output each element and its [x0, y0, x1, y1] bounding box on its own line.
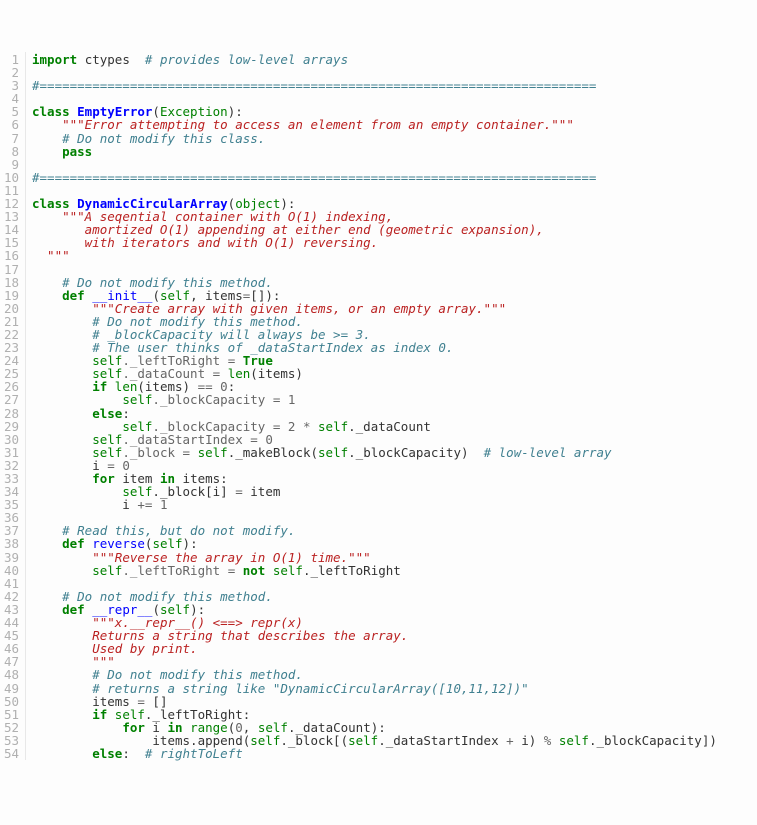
- line-number: 41: [2, 577, 19, 590]
- line-number: 7: [2, 132, 19, 145]
- line-number: 50: [2, 695, 19, 708]
- token-op: =: [273, 392, 288, 407]
- code-line[interactable]: with iterators and with O(1) reversing.: [32, 236, 757, 249]
- token-kw: else: [92, 746, 122, 761]
- token-kw: not: [243, 563, 273, 578]
- token-att: ._dataStartIndex: [378, 733, 506, 748]
- token-num: 1: [160, 497, 168, 512]
- line-number: 48: [2, 668, 19, 681]
- code-line[interactable]: #=======================================…: [32, 79, 757, 92]
- token-op: +: [506, 733, 521, 748]
- token-kw: import: [32, 52, 85, 67]
- line-number: 54: [2, 747, 19, 760]
- line-number: 9: [2, 158, 19, 171]
- token-op: *: [295, 419, 318, 434]
- code-line[interactable]: self._leftToRight = not self._leftToRigh…: [32, 564, 757, 577]
- token-op: ._leftToRight: [122, 563, 227, 578]
- line-number: 38: [2, 537, 19, 550]
- line-number: 49: [2, 682, 19, 695]
- code-line[interactable]: self._blockCapacity = 1: [32, 393, 757, 406]
- token-op: %: [544, 733, 559, 748]
- line-number: 18: [2, 276, 19, 289]
- token: i): [521, 733, 544, 748]
- line-number: 21: [2, 315, 19, 328]
- line-number: 40: [2, 564, 19, 577]
- token-cm: # rightToLeft: [145, 746, 243, 761]
- token-op: +=: [137, 497, 160, 512]
- token-slf: self: [318, 419, 348, 434]
- token-op: ._blockCapacity: [152, 392, 272, 407]
- token-kw: pass: [62, 144, 92, 159]
- token-op: =: [235, 484, 250, 499]
- token-slf: self: [92, 563, 122, 578]
- line-number-gutter: 1234567891011121314151617181920212223242…: [0, 52, 26, 760]
- code-line[interactable]: i += 1: [32, 498, 757, 511]
- code-area[interactable]: import ctypes # provides low-level array…: [26, 52, 757, 760]
- line-number: 53: [2, 734, 19, 747]
- token: [32, 746, 92, 761]
- token-slf: self: [559, 733, 589, 748]
- token-op: =: [273, 419, 288, 434]
- token-op: =: [183, 445, 198, 460]
- token-att: ._makeBlock(: [228, 445, 318, 460]
- token-cm: #=======================================…: [32, 170, 596, 185]
- code-line[interactable]: import ctypes # provides low-level array…: [32, 53, 757, 66]
- token-op: ._block: [122, 445, 182, 460]
- line-number: 30: [2, 433, 19, 446]
- line-number: 28: [2, 407, 19, 420]
- code-line[interactable]: self._block = self._makeBlock(self._bloc…: [32, 446, 757, 459]
- token-att: ._leftToRight: [303, 563, 401, 578]
- line-number: 39: [2, 551, 19, 564]
- token-cm: # provides low-level arrays: [145, 52, 348, 67]
- line-number: 29: [2, 420, 19, 433]
- code-line[interactable]: """: [32, 249, 757, 262]
- code-editor[interactable]: 1234567891011121314151617181920212223242…: [0, 52, 757, 760]
- token-op: =: [228, 563, 243, 578]
- line-number: 10: [2, 171, 19, 184]
- code-line[interactable]: #=======================================…: [32, 171, 757, 184]
- token-slf: self: [273, 563, 303, 578]
- token-att: ._dataCount: [348, 419, 431, 434]
- token-slf: self: [198, 445, 228, 460]
- line-number: 27: [2, 393, 19, 406]
- token-slf: self: [250, 733, 280, 748]
- line-number: 31: [2, 446, 19, 459]
- token-att: ._blockCapacity): [348, 445, 483, 460]
- line-number: 8: [2, 145, 19, 158]
- line-number: 52: [2, 721, 19, 734]
- line-number: 51: [2, 708, 19, 721]
- token-ds: with iterators and with O(1) reversing.: [32, 235, 378, 250]
- token: ctypes: [85, 52, 130, 67]
- token-pun: (items): [250, 366, 303, 381]
- token-cm: # low-level array: [484, 445, 612, 460]
- code-line[interactable]: # Do not modify this class.: [32, 132, 757, 145]
- line-number: 6: [2, 118, 19, 131]
- code-line[interactable]: else: # rightToLeft: [32, 747, 757, 760]
- token: i: [32, 497, 137, 512]
- line-number: 42: [2, 590, 19, 603]
- code-line[interactable]: Used by print.: [32, 642, 757, 655]
- token-cm: # Do not modify this class.: [62, 131, 265, 146]
- line-number: 17: [2, 263, 19, 276]
- token-att: ._blockCapacity]): [589, 733, 717, 748]
- token-num: 1: [288, 392, 296, 407]
- token: [130, 52, 145, 67]
- token: item: [250, 484, 280, 499]
- code-line[interactable]: pass: [32, 145, 757, 158]
- line-number: 20: [2, 302, 19, 315]
- token-slf: self: [318, 445, 348, 460]
- token-pun: :: [122, 746, 145, 761]
- token: [32, 563, 92, 578]
- token-cm: #=======================================…: [32, 78, 596, 93]
- line-number: 19: [2, 289, 19, 302]
- line-number: 16: [2, 249, 19, 262]
- token-att: ._block[(: [280, 733, 348, 748]
- token-slf: self: [348, 733, 378, 748]
